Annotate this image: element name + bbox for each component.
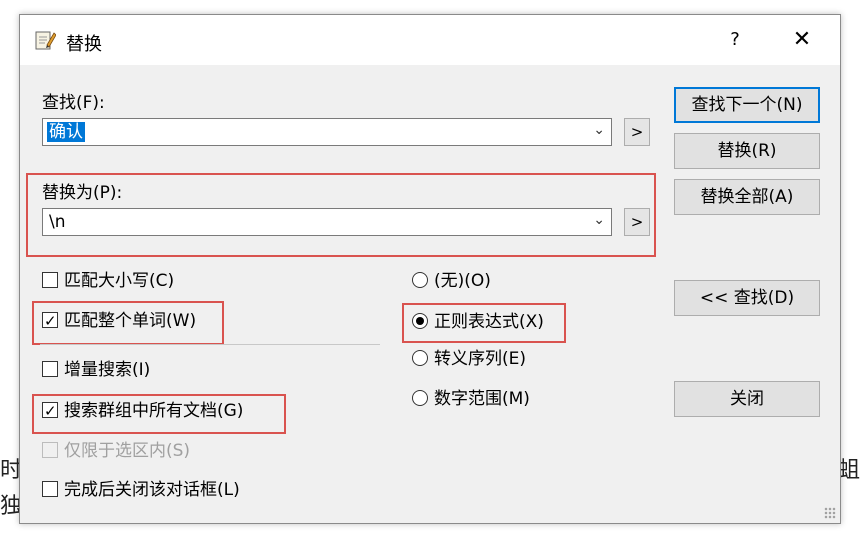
find-label: 查找(F): [42,93,105,113]
checkbox-label: 增量搜索(I) [64,360,151,380]
replace-button[interactable]: 替换(R) [674,133,820,169]
notepad-icon [35,31,56,50]
incremental-search-checkbox[interactable]: 增量搜索(I) [42,358,150,382]
in-selection-checkbox: 仅限于选区内(S) [42,439,190,463]
find-less-button[interactable]: << 查找(D) [674,280,820,316]
checkbox-label: 仅限于选区内(S) [64,441,191,461]
close-button[interactable]: 关闭 [674,381,820,417]
radio-circle[interactable] [412,390,428,406]
resize-grip[interactable] [824,507,836,519]
search-all-highlight-box [32,394,286,434]
find-input-value[interactable]: 确认 [47,122,85,142]
background-text-right-1: 蛆 [838,458,861,483]
find-next-button[interactable]: 查找下一个(N) [674,87,820,123]
help-button[interactable]: ? [720,25,750,55]
mode-none-radio[interactable]: (无)(O) [412,269,491,293]
checkbox-box[interactable] [42,272,58,288]
divider [40,344,380,345]
checkbox-label: 完成后关闭该对话框(L) [64,480,240,500]
mode-number-range-radio[interactable]: 数字范围(M) [412,387,530,411]
dialog-title: 替换 [66,34,102,55]
match-case-checkbox[interactable]: 匹配大小写(C) [42,269,174,293]
chevron-down-icon[interactable]: ⌄ [593,122,605,138]
whole-word-highlight-box [32,301,224,345]
radio-circle[interactable] [412,272,428,288]
find-regex-helper-button[interactable]: > [624,118,650,146]
replace-dialog: 替换 ? ✕ 查找(F): 确认 ⌄ > 替换为(P): \n ⌄ > 查找下一… [19,14,841,524]
title-bar[interactable]: 替换 ? ✕ [20,15,840,65]
radio-label: (无)(O) [434,271,491,291]
checkbox-label: 匹配大小写(C) [64,271,175,291]
checkbox-box[interactable] [42,361,58,377]
close-after-checkbox[interactable]: 完成后关闭该对话框(L) [42,478,240,502]
checkbox-box[interactable] [42,481,58,497]
checkbox-box [42,442,58,458]
radio-label: 转义序列(E) [434,349,527,369]
replace-all-button[interactable]: 替换全部(A) [674,179,820,215]
regex-highlight-box [402,303,566,343]
radio-circle[interactable] [412,350,428,366]
replace-highlight-box [26,173,656,257]
find-combobox[interactable]: 确认 ⌄ [42,118,612,146]
radio-label: 数字范围(M) [434,389,530,409]
close-icon[interactable]: ✕ [785,25,819,55]
mode-escape-radio[interactable]: 转义序列(E) [412,347,526,371]
